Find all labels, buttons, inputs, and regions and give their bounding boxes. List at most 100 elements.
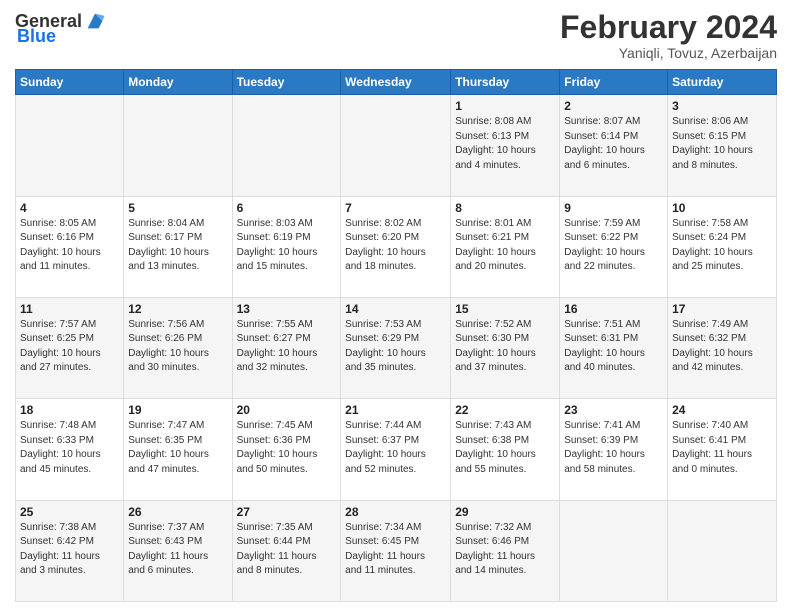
day-info: Sunrise: 7:44 AM Sunset: 6:37 PM Dayligh… [345, 419, 446, 477]
day-info: Sunrise: 8:07 AM Sunset: 6:14 PM Dayligh… [564, 115, 663, 173]
day-cell: 22 Sunrise: 7:43 AM Sunset: 6:38 PM Dayli… [451, 399, 560, 500]
day-number: 2 [564, 99, 663, 113]
day-cell: 25 Sunrise: 7:38 AM Sunset: 6:42 PM Dayli… [16, 500, 124, 601]
day-info: Sunrise: 7:49 AM Sunset: 6:32 PM Dayligh… [672, 318, 772, 376]
subtitle: Yaniqli, Tovuz, Azerbaijan [560, 45, 777, 61]
title-block: February 2024 Yaniqli, Tovuz, Azerbaijan [560, 10, 777, 61]
day-cell: 20Sunrise: 7:45 AM Sunset: 6:36 PM Dayli… [232, 399, 341, 500]
logo: General Blue [15, 10, 106, 47]
day-number: 23 [564, 403, 663, 417]
day-cell: 7 Sunrise: 8:02 AM Sunset: 6:20 PM Daylig… [341, 196, 451, 297]
day-cell: 8 Sunrise: 8:01 AM Sunset: 6:21 PM Daylig… [451, 196, 560, 297]
day-info: Sunrise: 7:57 AM Sunset: 6:25 PM Dayligh… [20, 318, 119, 376]
day-info: Sunrise: 7:34 AM Sunset: 6:45 PM Dayligh… [345, 521, 446, 579]
day-cell [560, 500, 668, 601]
day-cell: 6Sunrise: 8:03 AM Sunset: 6:19 PM Daylig… [232, 196, 341, 297]
day-number: 22 [455, 403, 555, 417]
day-cell [341, 95, 451, 196]
day-cell: 16Sunrise: 7:51 AM Sunset: 6:31 PM Dayli… [560, 297, 668, 398]
day-info: Sunrise: 7:59 AM Sunset: 6:22 PM Dayligh… [564, 217, 663, 275]
day-number: 13 [237, 302, 337, 316]
day-info: Sunrise: 8:01 AM Sunset: 6:21 PM Dayligh… [455, 217, 555, 275]
day-cell: 15Sunrise: 7:52 AM Sunset: 6:30 PM Dayli… [451, 297, 560, 398]
day-info: Sunrise: 7:41 AM Sunset: 6:39 PM Dayligh… [564, 419, 663, 477]
day-cell: 13 Sunrise: 7:55 AM Sunset: 6:27 PM Dayli… [232, 297, 341, 398]
week-row-1: 4Sunrise: 8:05 AM Sunset: 6:16 PM Daylig… [16, 196, 777, 297]
day-number: 10 [672, 201, 772, 215]
day-number: 5 [128, 201, 227, 215]
main-title: February 2024 [560, 10, 777, 45]
day-cell: 5Sunrise: 8:04 AM Sunset: 6:17 PM Daylig… [124, 196, 232, 297]
day-number: 29 [455, 505, 555, 519]
day-cell: 18 Sunrise: 7:48 AM Sunset: 6:33 PM Dayli… [16, 399, 124, 500]
weekday-header-monday: Monday [124, 70, 232, 95]
weekday-header-sunday: Sunday [16, 70, 124, 95]
weekday-header-friday: Friday [560, 70, 668, 95]
week-row-0: 1 Sunrise: 8:08 AM Sunset: 6:13 PM Daylig… [16, 95, 777, 196]
day-cell: 12 Sunrise: 7:56 AM Sunset: 6:26 PM Dayli… [124, 297, 232, 398]
day-cell: 14Sunrise: 7:53 AM Sunset: 6:29 PM Dayli… [341, 297, 451, 398]
day-number: 25 [20, 505, 119, 519]
day-number: 9 [564, 201, 663, 215]
day-info: Sunrise: 8:06 AM Sunset: 6:15 PM Dayligh… [672, 115, 772, 173]
day-number: 12 [128, 302, 227, 316]
week-row-2: 11 Sunrise: 7:57 AM Sunset: 6:25 PM Dayli… [16, 297, 777, 398]
day-number: 19 [128, 403, 227, 417]
day-cell: 2 Sunrise: 8:07 AM Sunset: 6:14 PM Daylig… [560, 95, 668, 196]
day-number: 24 [672, 403, 772, 417]
day-cell: 17 Sunrise: 7:49 AM Sunset: 6:32 PM Dayli… [668, 297, 777, 398]
day-cell [124, 95, 232, 196]
day-cell: 28 Sunrise: 7:34 AM Sunset: 6:45 PM Dayli… [341, 500, 451, 601]
day-info: Sunrise: 7:35 AM Sunset: 6:44 PM Dayligh… [237, 521, 337, 579]
day-cell: 11 Sunrise: 7:57 AM Sunset: 6:25 PM Dayli… [16, 297, 124, 398]
day-cell: 3Sunrise: 8:06 AM Sunset: 6:15 PM Daylig… [668, 95, 777, 196]
day-info: Sunrise: 7:48 AM Sunset: 6:33 PM Dayligh… [20, 419, 119, 477]
day-cell: 21 Sunrise: 7:44 AM Sunset: 6:37 PM Dayli… [341, 399, 451, 500]
day-info: Sunrise: 7:38 AM Sunset: 6:42 PM Dayligh… [20, 521, 119, 579]
day-info: Sunrise: 7:32 AM Sunset: 6:46 PM Dayligh… [455, 521, 555, 579]
day-number: 26 [128, 505, 227, 519]
day-cell: 9 Sunrise: 7:59 AM Sunset: 6:22 PM Daylig… [560, 196, 668, 297]
day-cell: 24 Sunrise: 7:40 AM Sunset: 6:41 PM Dayli… [668, 399, 777, 500]
day-cell: 26Sunrise: 7:37 AM Sunset: 6:43 PM Dayli… [124, 500, 232, 601]
day-info: Sunrise: 7:56 AM Sunset: 6:26 PM Dayligh… [128, 318, 227, 376]
day-number: 17 [672, 302, 772, 316]
week-row-3: 18 Sunrise: 7:48 AM Sunset: 6:33 PM Dayli… [16, 399, 777, 500]
calendar-table: SundayMondayTuesdayWednesdayThursdayFrid… [15, 69, 777, 602]
day-info: Sunrise: 8:05 AM Sunset: 6:16 PM Dayligh… [20, 217, 119, 275]
logo-text-blue: Blue [17, 26, 56, 47]
day-number: 1 [455, 99, 555, 113]
weekday-header-saturday: Saturday [668, 70, 777, 95]
day-info: Sunrise: 7:40 AM Sunset: 6:41 PM Dayligh… [672, 419, 772, 477]
day-info: Sunrise: 7:47 AM Sunset: 6:35 PM Dayligh… [128, 419, 227, 477]
day-info: Sunrise: 7:55 AM Sunset: 6:27 PM Dayligh… [237, 318, 337, 376]
page: General Blue February 2024 Yaniqli, Tovu… [0, 0, 792, 612]
day-cell: 4Sunrise: 8:05 AM Sunset: 6:16 PM Daylig… [16, 196, 124, 297]
day-cell [16, 95, 124, 196]
day-info: Sunrise: 7:53 AM Sunset: 6:29 PM Dayligh… [345, 318, 446, 376]
header: General Blue February 2024 Yaniqli, Tovu… [15, 10, 777, 61]
day-cell: 10 Sunrise: 7:58 AM Sunset: 6:24 PM Dayli… [668, 196, 777, 297]
day-number: 16 [564, 302, 663, 316]
day-cell: 29 Sunrise: 7:32 AM Sunset: 6:46 PM Dayli… [451, 500, 560, 601]
day-number: 7 [345, 201, 446, 215]
weekday-header-wednesday: Wednesday [341, 70, 451, 95]
day-number: 18 [20, 403, 119, 417]
day-number: 21 [345, 403, 446, 417]
day-number: 11 [20, 302, 119, 316]
day-number: 6 [237, 201, 337, 215]
day-info: Sunrise: 8:08 AM Sunset: 6:13 PM Dayligh… [455, 115, 555, 173]
day-info: Sunrise: 7:43 AM Sunset: 6:38 PM Dayligh… [455, 419, 555, 477]
day-cell: 1 Sunrise: 8:08 AM Sunset: 6:13 PM Daylig… [451, 95, 560, 196]
weekday-header-thursday: Thursday [451, 70, 560, 95]
day-number: 20 [237, 403, 337, 417]
day-number: 8 [455, 201, 555, 215]
day-cell: 19 Sunrise: 7:47 AM Sunset: 6:35 PM Dayli… [124, 399, 232, 500]
day-cell: 23 Sunrise: 7:41 AM Sunset: 6:39 PM Dayli… [560, 399, 668, 500]
day-info: Sunrise: 8:02 AM Sunset: 6:20 PM Dayligh… [345, 217, 446, 275]
day-number: 28 [345, 505, 446, 519]
day-number: 27 [237, 505, 337, 519]
day-info: Sunrise: 7:58 AM Sunset: 6:24 PM Dayligh… [672, 217, 772, 275]
logo-icon [84, 10, 106, 32]
weekday-header-tuesday: Tuesday [232, 70, 341, 95]
